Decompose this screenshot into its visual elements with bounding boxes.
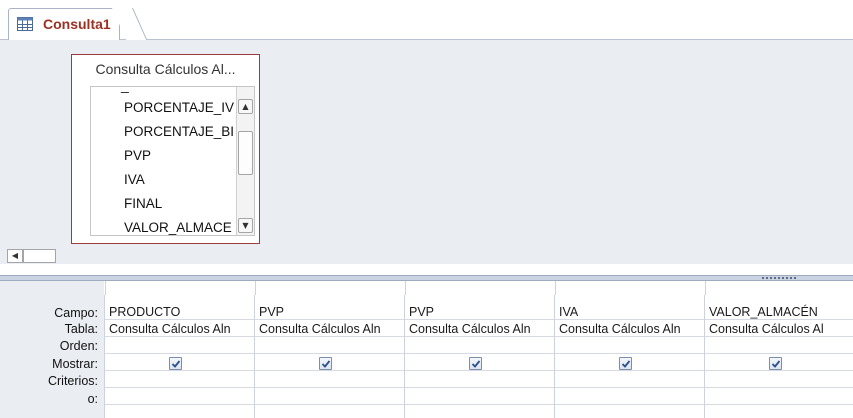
orden-cell[interactable] bbox=[405, 338, 555, 354]
field-item[interactable]: FINAL bbox=[124, 196, 234, 211]
mostrar-checkbox[interactable] bbox=[769, 357, 782, 370]
orden-cell[interactable] bbox=[555, 338, 705, 354]
mostrar-cell bbox=[705, 355, 853, 371]
mostrar-checkbox[interactable] bbox=[619, 357, 632, 370]
design-pane-hscrollbar[interactable]: ◀ bbox=[0, 248, 853, 264]
tab-label: Consulta1 bbox=[43, 16, 111, 32]
mostrar-cell bbox=[255, 355, 405, 371]
grid-column[interactable]: PVP Consulta Cálculos Aln bbox=[404, 281, 555, 418]
scroll-down-icon[interactable]: ▼ bbox=[238, 218, 253, 233]
grid-column[interactable]: PVP Consulta Cálculos Aln bbox=[254, 281, 405, 418]
grid-column[interactable]: PRODUCTO Consulta Cálculos Aln bbox=[104, 281, 255, 418]
mostrar-cell bbox=[405, 355, 555, 371]
o-cell[interactable] bbox=[405, 389, 555, 405]
criterios-cell[interactable] bbox=[255, 372, 405, 388]
orden-cell[interactable] bbox=[255, 338, 405, 354]
column-selector[interactable] bbox=[705, 281, 853, 295]
o-cell[interactable] bbox=[255, 389, 405, 405]
mostrar-checkbox[interactable] bbox=[319, 357, 332, 370]
column-selector[interactable] bbox=[405, 281, 555, 295]
grid-column[interactable]: VALOR_ALMACÉN Consulta Cálculos Al bbox=[704, 281, 853, 418]
field-list-title[interactable]: Consulta Cálculos Al... bbox=[72, 61, 259, 77]
scroll-thumb[interactable] bbox=[238, 131, 253, 175]
tabla-cell[interactable]: Consulta Cálculos Al bbox=[705, 321, 853, 337]
field-list-scrollbar[interactable]: ▲ ▼ bbox=[236, 87, 254, 235]
field-item[interactable]: PVP bbox=[124, 148, 234, 163]
grid-column[interactable]: IVA Consulta Cálculos Aln bbox=[554, 281, 705, 418]
query-design-grid: PRODUCTO Consulta Cálculos Aln PVP Consu… bbox=[104, 281, 853, 418]
criterios-cell[interactable] bbox=[705, 372, 853, 388]
o-cell[interactable] bbox=[705, 389, 853, 405]
query-grid-pane: Campo: Tabla: Orden: Mostrar: Criterios:… bbox=[0, 281, 853, 418]
row-label-tabla: Tabla: bbox=[64, 322, 98, 336]
campo-cell[interactable]: PVP bbox=[405, 304, 555, 320]
criterios-cell[interactable] bbox=[405, 372, 555, 388]
tabla-cell[interactable]: Consulta Cálculos Aln bbox=[555, 321, 705, 337]
row-labels: Campo: Tabla: Orden: Mostrar: Criterios:… bbox=[0, 281, 104, 418]
campo-cell[interactable]: PVP bbox=[255, 304, 405, 320]
tabla-cell[interactable]: Consulta Cálculos Aln bbox=[255, 321, 405, 337]
campo-cell[interactable]: IVA bbox=[555, 304, 705, 320]
column-selector[interactable] bbox=[555, 281, 705, 295]
mostrar-cell bbox=[555, 355, 705, 371]
orden-cell[interactable] bbox=[705, 338, 853, 354]
mostrar-checkbox[interactable] bbox=[469, 357, 482, 370]
field-item[interactable]: PORCENTAJE_IV bbox=[124, 100, 234, 115]
o-cell[interactable] bbox=[105, 389, 255, 405]
mostrar-cell bbox=[105, 355, 255, 371]
field-item[interactable]: PORCENTAJE_BI bbox=[124, 124, 234, 139]
query-design-pane[interactable]: Consulta Cálculos Al... _ PORCENTAJE_IV … bbox=[0, 40, 853, 248]
o-cell[interactable] bbox=[555, 389, 705, 405]
document-tab-strip: Consulta1 bbox=[0, 0, 853, 41]
mostrar-checkbox[interactable] bbox=[169, 357, 182, 370]
column-selector[interactable] bbox=[105, 281, 255, 295]
scroll-left-icon[interactable]: ◀ bbox=[7, 249, 23, 263]
field-list-stub: _ bbox=[121, 87, 129, 93]
tabla-cell[interactable]: Consulta Cálculos Aln bbox=[105, 321, 255, 337]
column-selector[interactable] bbox=[255, 281, 405, 295]
row-label-mostrar: Mostrar: bbox=[52, 357, 98, 371]
campo-cell[interactable]: PRODUCTO bbox=[105, 304, 255, 320]
campo-cell[interactable]: VALOR_ALMACÉN bbox=[705, 304, 853, 320]
row-label-criterios: Criterios: bbox=[47, 374, 98, 388]
query-icon bbox=[17, 17, 33, 31]
orden-cell[interactable] bbox=[105, 338, 255, 354]
hscroll-thumb[interactable] bbox=[23, 249, 56, 263]
criterios-cell[interactable] bbox=[555, 372, 705, 388]
field-item[interactable]: VALOR_ALMACE bbox=[124, 220, 234, 235]
row-label-orden: Orden: bbox=[59, 339, 98, 353]
criterios-cell[interactable] bbox=[105, 372, 255, 388]
field-list-window[interactable]: Consulta Cálculos Al... _ PORCENTAJE_IV … bbox=[71, 54, 260, 244]
tab-consulta1[interactable]: Consulta1 bbox=[8, 8, 120, 41]
field-list[interactable]: _ PORCENTAJE_IV PORCENTAJE_BI PVP IVA FI… bbox=[90, 86, 255, 236]
tabla-cell[interactable]: Consulta Cálculos Aln bbox=[405, 321, 555, 337]
field-item[interactable]: IVA bbox=[124, 172, 234, 187]
splitter-grip-icon[interactable] bbox=[762, 277, 798, 279]
scroll-up-icon[interactable]: ▲ bbox=[238, 99, 253, 114]
row-label-campo: Campo: bbox=[54, 306, 98, 320]
row-label-o: o: bbox=[87, 392, 98, 406]
